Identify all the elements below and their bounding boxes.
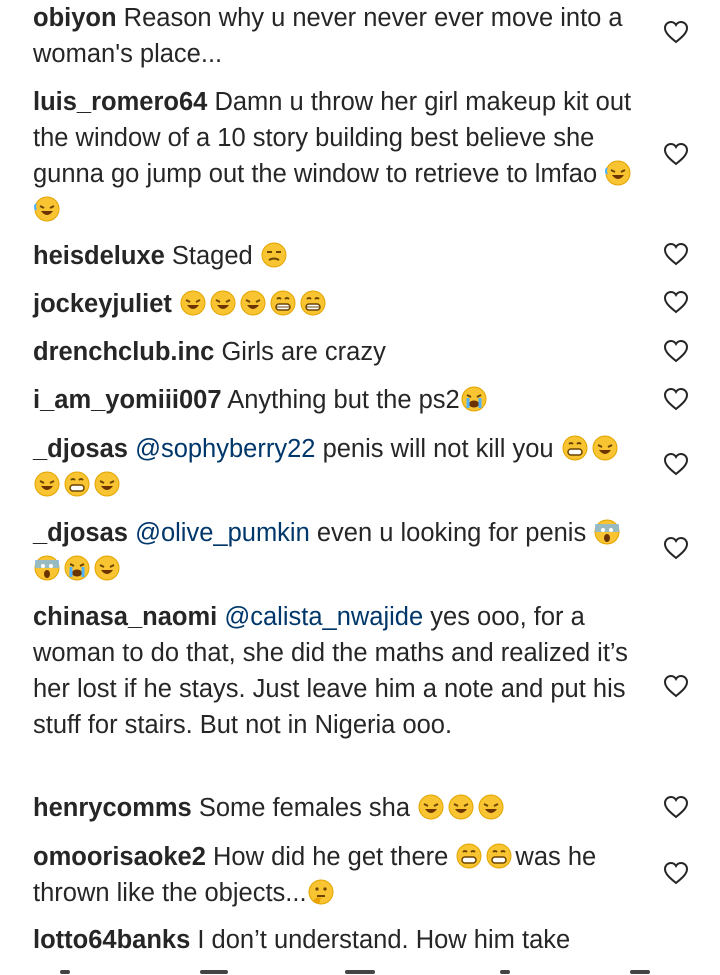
grin-emoji-icon (299, 289, 327, 317)
like-heart-icon[interactable] (663, 536, 689, 560)
comment-item: jockeyjuliet (33, 286, 643, 322)
like-heart-icon[interactable] (663, 242, 689, 266)
rofl-emoji-icon (477, 793, 505, 821)
comment-username[interactable]: jockeyjuliet (33, 290, 172, 318)
comment-username[interactable]: omoorisaoke2 (33, 843, 206, 871)
comment-text: How did he get there (213, 843, 449, 871)
comment-username[interactable]: lotto64banks (33, 926, 190, 954)
rofl-emoji-icon (209, 289, 237, 317)
scream-emoji-icon (593, 518, 621, 546)
search-nav-icon[interactable] (200, 970, 228, 974)
comment-item: _djosas @olive_pumkin even u looking for… (33, 515, 643, 587)
comment-item: _djosas @sophyberry22 penis will not kil… (33, 431, 643, 503)
grin-emoji-icon (269, 289, 297, 317)
crying-loud-emoji-icon (63, 554, 91, 582)
comment-username[interactable]: drenchclub.inc (33, 338, 214, 366)
add-nav-icon[interactable] (345, 970, 375, 974)
comment-item: chinasa_naomi @calista_nwajide yes ooo, … (33, 599, 643, 743)
rofl-emoji-icon (33, 470, 61, 498)
comment-username[interactable]: obiyon (33, 4, 117, 32)
comment-username[interactable]: heisdeluxe (33, 242, 165, 270)
rofl-emoji-icon (604, 159, 632, 187)
rofl-emoji-icon (33, 195, 61, 223)
comment-text: Some females sha (198, 794, 411, 822)
comment-item: drenchclub.inc Girls are crazy (33, 334, 643, 370)
rofl-emoji-icon (239, 289, 267, 317)
comment-item: i_am_yomiii007 Anything but the ps2 (33, 382, 643, 418)
like-heart-icon[interactable] (663, 674, 689, 698)
comment-item: luis_romero64 Damn u throw her girl make… (33, 84, 643, 228)
comment-mention[interactable]: @calista_nwajide (224, 603, 423, 631)
grin-emoji-icon (63, 470, 91, 498)
activity-nav-icon[interactable] (500, 970, 510, 974)
rofl-emoji-icon (93, 470, 121, 498)
comment-text: Anything but the ps2 (227, 386, 460, 414)
like-heart-icon[interactable] (663, 452, 689, 476)
comment-item: henrycomms Some females sha (33, 790, 643, 826)
crying-loud-emoji-icon (460, 385, 488, 413)
comment-text: Girls are crazy (221, 338, 386, 366)
like-heart-icon[interactable] (663, 861, 689, 885)
comment-username[interactable]: i_am_yomiii007 (33, 386, 222, 414)
unamused-emoji-icon (260, 241, 288, 269)
grin-emoji-icon (561, 434, 589, 462)
like-heart-icon[interactable] (663, 142, 689, 166)
bottom-navigation-bar (0, 962, 720, 975)
rofl-emoji-icon (447, 793, 475, 821)
thinking-emoji-icon (307, 878, 335, 906)
comment-item: obiyon Reason why u never never ever mov… (33, 0, 643, 72)
profile-nav-icon[interactable] (630, 970, 650, 974)
comment-item: omoorisaoke2 How did he get there was he… (33, 839, 643, 911)
like-heart-icon[interactable] (663, 20, 689, 44)
comment-text: I don’t understand. How him take (197, 926, 571, 954)
comment-item: heisdeluxe Staged (33, 238, 643, 274)
grin-emoji-icon (485, 842, 513, 870)
comment-mention[interactable]: @sophyberry22 (135, 435, 315, 463)
like-heart-icon[interactable] (663, 339, 689, 363)
comment-username[interactable]: henrycomms (33, 794, 192, 822)
comment-mention[interactable]: @olive_pumkin (135, 519, 310, 547)
grin-emoji-icon (455, 842, 483, 870)
comment-text: even u looking for penis (316, 519, 587, 547)
scream-emoji-icon (33, 554, 61, 582)
rofl-emoji-icon (591, 434, 619, 462)
rofl-emoji-icon (93, 554, 121, 582)
rofl-emoji-icon (417, 793, 445, 821)
comment-username[interactable]: _djosas (33, 435, 128, 463)
comment-text: Reason why u never never ever move into … (33, 4, 623, 68)
home-nav-icon[interactable] (60, 970, 70, 974)
comment-text: penis will not kill you (322, 435, 554, 463)
like-heart-icon[interactable] (663, 795, 689, 819)
comment-username[interactable]: luis_romero64 (33, 88, 207, 116)
like-heart-icon[interactable] (663, 290, 689, 314)
rofl-emoji-icon (179, 289, 207, 317)
like-heart-icon[interactable] (663, 387, 689, 411)
comment-item: lotto64banks I don’t understand. How him… (33, 922, 643, 958)
comment-text: Staged (171, 242, 253, 270)
comment-username[interactable]: chinasa_naomi (33, 603, 217, 631)
comment-username[interactable]: _djosas (33, 519, 128, 547)
